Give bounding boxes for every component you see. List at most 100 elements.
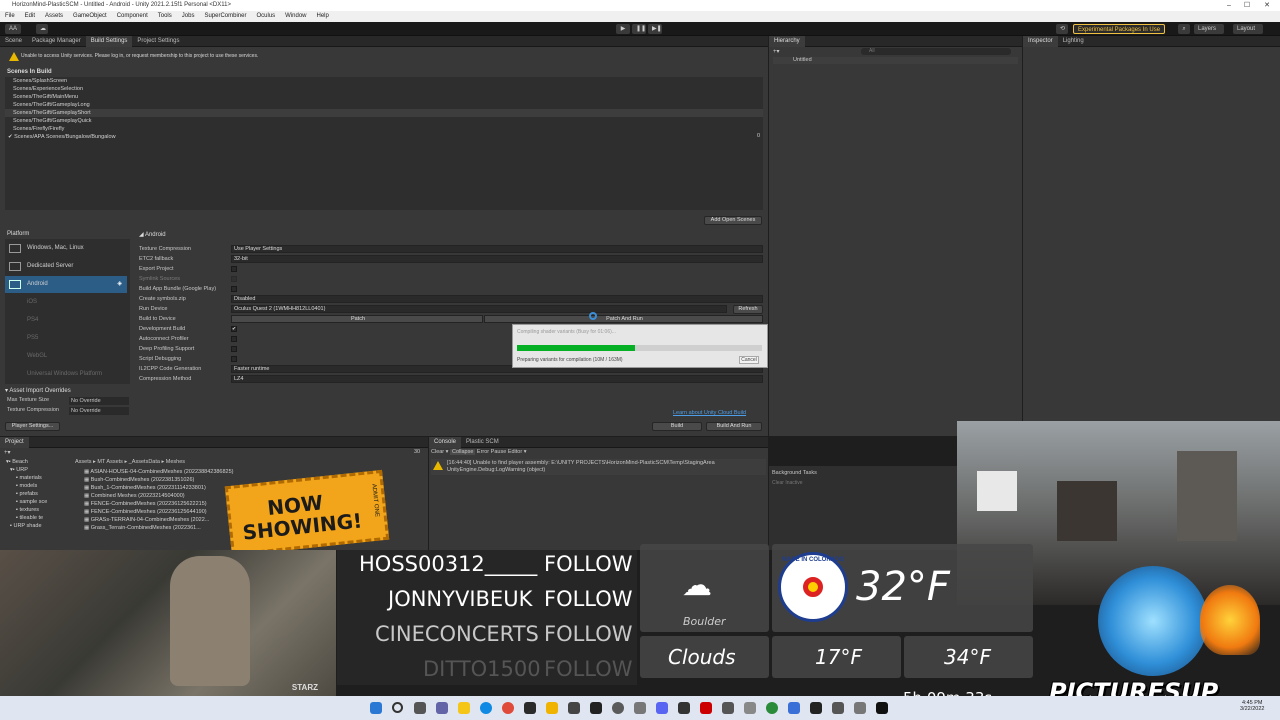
setting-dropdown[interactable]: LZ4	[231, 375, 763, 383]
platform-windows[interactable]: Windows, Mac, Linux	[5, 240, 127, 257]
app-icon[interactable]	[854, 702, 866, 714]
layers-dropdown[interactable]: Layers	[1194, 24, 1224, 34]
folder-item[interactable]: ▪ URP shade	[6, 522, 70, 530]
menu-component[interactable]: Component	[112, 11, 153, 22]
file-item[interactable]: ▦ Bush_1-CombinedMeshes (202231114233801…	[84, 484, 234, 492]
account-button[interactable]: AA	[5, 24, 22, 34]
unity-icon[interactable]	[590, 702, 602, 714]
file-item[interactable]: ▦ GRASs-TERRAIN-04-CombinedMeshes (2022.…	[84, 516, 234, 524]
app-icon[interactable]	[722, 702, 734, 714]
console-row[interactable]: [16:44:40] Unable to find player assembl…	[431, 459, 766, 475]
taskbar-clock[interactable]: 4:45 PM 3/22/2022	[1240, 700, 1264, 712]
app-icon[interactable]	[700, 702, 712, 714]
file-item[interactable]: ▦ Bush-CombinedMeshes (2022381351026)	[84, 476, 234, 484]
setting-dropdown[interactable]: Use Player Settings	[231, 245, 763, 253]
clear-button[interactable]: Clear	[431, 449, 444, 455]
platform-android[interactable]: Android ◈	[5, 276, 127, 293]
pause-icon[interactable]: ❚❚	[632, 24, 646, 34]
setting-checkbox[interactable]	[231, 346, 237, 352]
menu-oculus[interactable]: Oculus	[251, 11, 280, 22]
terminal-icon[interactable]	[524, 702, 536, 714]
list-item[interactable]: Scenes/TheGift/GameplayQuick	[5, 117, 763, 125]
folder-item[interactable]: ▪ materials	[6, 474, 70, 482]
tab-plastic-scm[interactable]: Plastic SCM	[461, 437, 504, 448]
close-button[interactable]: ✕	[1258, 0, 1276, 11]
setting-dropdown[interactable]: Disabled	[231, 295, 763, 303]
app-icon[interactable]	[744, 702, 756, 714]
maximize-button[interactable]: ☐	[1238, 0, 1256, 11]
tab-inspector[interactable]: Inspector	[1023, 36, 1058, 47]
refresh-button[interactable]: Refresh	[733, 305, 763, 314]
cloud-build-link[interactable]: Learn about Unity Cloud Build	[673, 410, 746, 416]
edge-icon[interactable]	[480, 702, 492, 714]
menu-window[interactable]: Window	[280, 11, 311, 22]
folder-item[interactable]: ▪ models	[6, 482, 70, 490]
folder-item[interactable]: ▪ prefabs	[6, 490, 70, 498]
list-item[interactable]: ✔ Scenes/APA Scenes/Bungalow/Bungalow	[5, 133, 763, 141]
folder-item[interactable]: ▪ tileable te	[6, 514, 70, 522]
task-view-icon[interactable]	[414, 702, 426, 714]
list-item[interactable]: Scenes/TheGift/GameplayShort	[5, 109, 763, 117]
chat-icon[interactable]	[436, 702, 448, 714]
list-item[interactable]: Scenes/ExperienceSelection	[5, 85, 763, 93]
add-icon[interactable]: +▾	[773, 48, 780, 55]
app-icon[interactable]	[766, 702, 778, 714]
setting-checkbox[interactable]	[231, 336, 237, 342]
file-item[interactable]: ▦ Grass_Terrain-CombinedMeshes (2022361.…	[84, 524, 234, 532]
breadcrumb-item[interactable]: _AssetsData	[129, 459, 160, 465]
app-icon[interactable]	[788, 702, 800, 714]
editor-dropdown[interactable]: Editor	[508, 449, 522, 455]
platform-webgl[interactable]: WebGL	[5, 348, 127, 365]
tab-scene[interactable]: Scene	[0, 36, 27, 47]
tab-project-settings[interactable]: Project Settings	[132, 36, 184, 47]
play-icon[interactable]: ▶	[616, 24, 630, 34]
file-item[interactable]: ▦ FENCE-CombinedMeshes (202236125622215)	[84, 500, 234, 508]
breadcrumb-item[interactable]: Assets	[75, 459, 92, 465]
add-open-scenes-button[interactable]: Add Open Scenes	[704, 216, 762, 225]
menu-edit[interactable]: Edit	[20, 11, 40, 22]
folder-item[interactable]: ▾▪ Beach	[6, 458, 70, 466]
platform-ios[interactable]: iOS	[5, 294, 127, 311]
search-icon[interactable]	[392, 702, 403, 713]
tab-lighting[interactable]: Lighting	[1058, 36, 1089, 47]
minimize-button[interactable]: –	[1220, 0, 1238, 11]
app-icon[interactable]	[568, 702, 580, 714]
tab-package-manager[interactable]: Package Manager	[27, 36, 86, 47]
setting-checkbox[interactable]	[231, 266, 237, 272]
discord-icon[interactable]	[656, 702, 668, 714]
platform-ps4[interactable]: PS4	[5, 312, 127, 329]
max-texture-size-dropdown[interactable]: No Override	[69, 397, 129, 405]
app-icon[interactable]	[876, 702, 888, 714]
error-pause-button[interactable]: Error Pause	[477, 449, 506, 455]
setting-dropdown[interactable]: 32-bit	[231, 255, 763, 263]
app-icon[interactable]	[612, 702, 624, 714]
history-icon[interactable]: ⟲	[1056, 24, 1068, 34]
app-icon[interactable]	[832, 702, 844, 714]
experimental-packages-button[interactable]: Experimental Packages In Use	[1073, 24, 1166, 34]
cancel-button[interactable]: Cancel	[739, 356, 759, 364]
collapse-button[interactable]: Collapse	[449, 449, 476, 455]
platform-dedicated-server[interactable]: Dedicated Server	[5, 258, 127, 275]
clear-inactive-button[interactable]: Clear Inactive	[772, 480, 803, 486]
menu-assets[interactable]: Assets	[40, 11, 68, 22]
app-icon[interactable]	[678, 702, 690, 714]
patch-and-run-button[interactable]: Patch And Run	[484, 315, 763, 323]
layout-dropdown[interactable]: Layout	[1233, 24, 1263, 34]
app-icon[interactable]	[546, 702, 558, 714]
menu-tools[interactable]: Tools	[153, 11, 177, 22]
build-and-run-button[interactable]: Build And Run	[706, 422, 762, 431]
scene-root-item[interactable]: Untitled	[773, 57, 1018, 64]
cloud-icon[interactable]: ☁	[36, 24, 48, 34]
list-item[interactable]: Scenes/SplashScreen	[5, 77, 763, 85]
add-icon[interactable]: +▾	[4, 449, 11, 456]
texture-compression-dropdown[interactable]: No Override	[69, 407, 129, 415]
chrome-icon[interactable]	[502, 702, 514, 714]
file-item[interactable]: ▦ FENCE-CombinedMeshes (202236125644190)	[84, 508, 234, 516]
player-settings-button[interactable]: Player Settings...	[5, 422, 60, 431]
folder-item[interactable]: ▪ sample sce	[6, 498, 70, 506]
start-icon[interactable]	[370, 702, 382, 714]
app-icon[interactable]	[634, 702, 646, 714]
setting-checkbox[interactable]	[231, 356, 237, 362]
file-item[interactable]: ▦ ASIAN-HOUSE-04-CombinedMeshes (2022388…	[84, 468, 234, 476]
tab-hierarchy[interactable]: Hierarchy	[769, 36, 805, 47]
